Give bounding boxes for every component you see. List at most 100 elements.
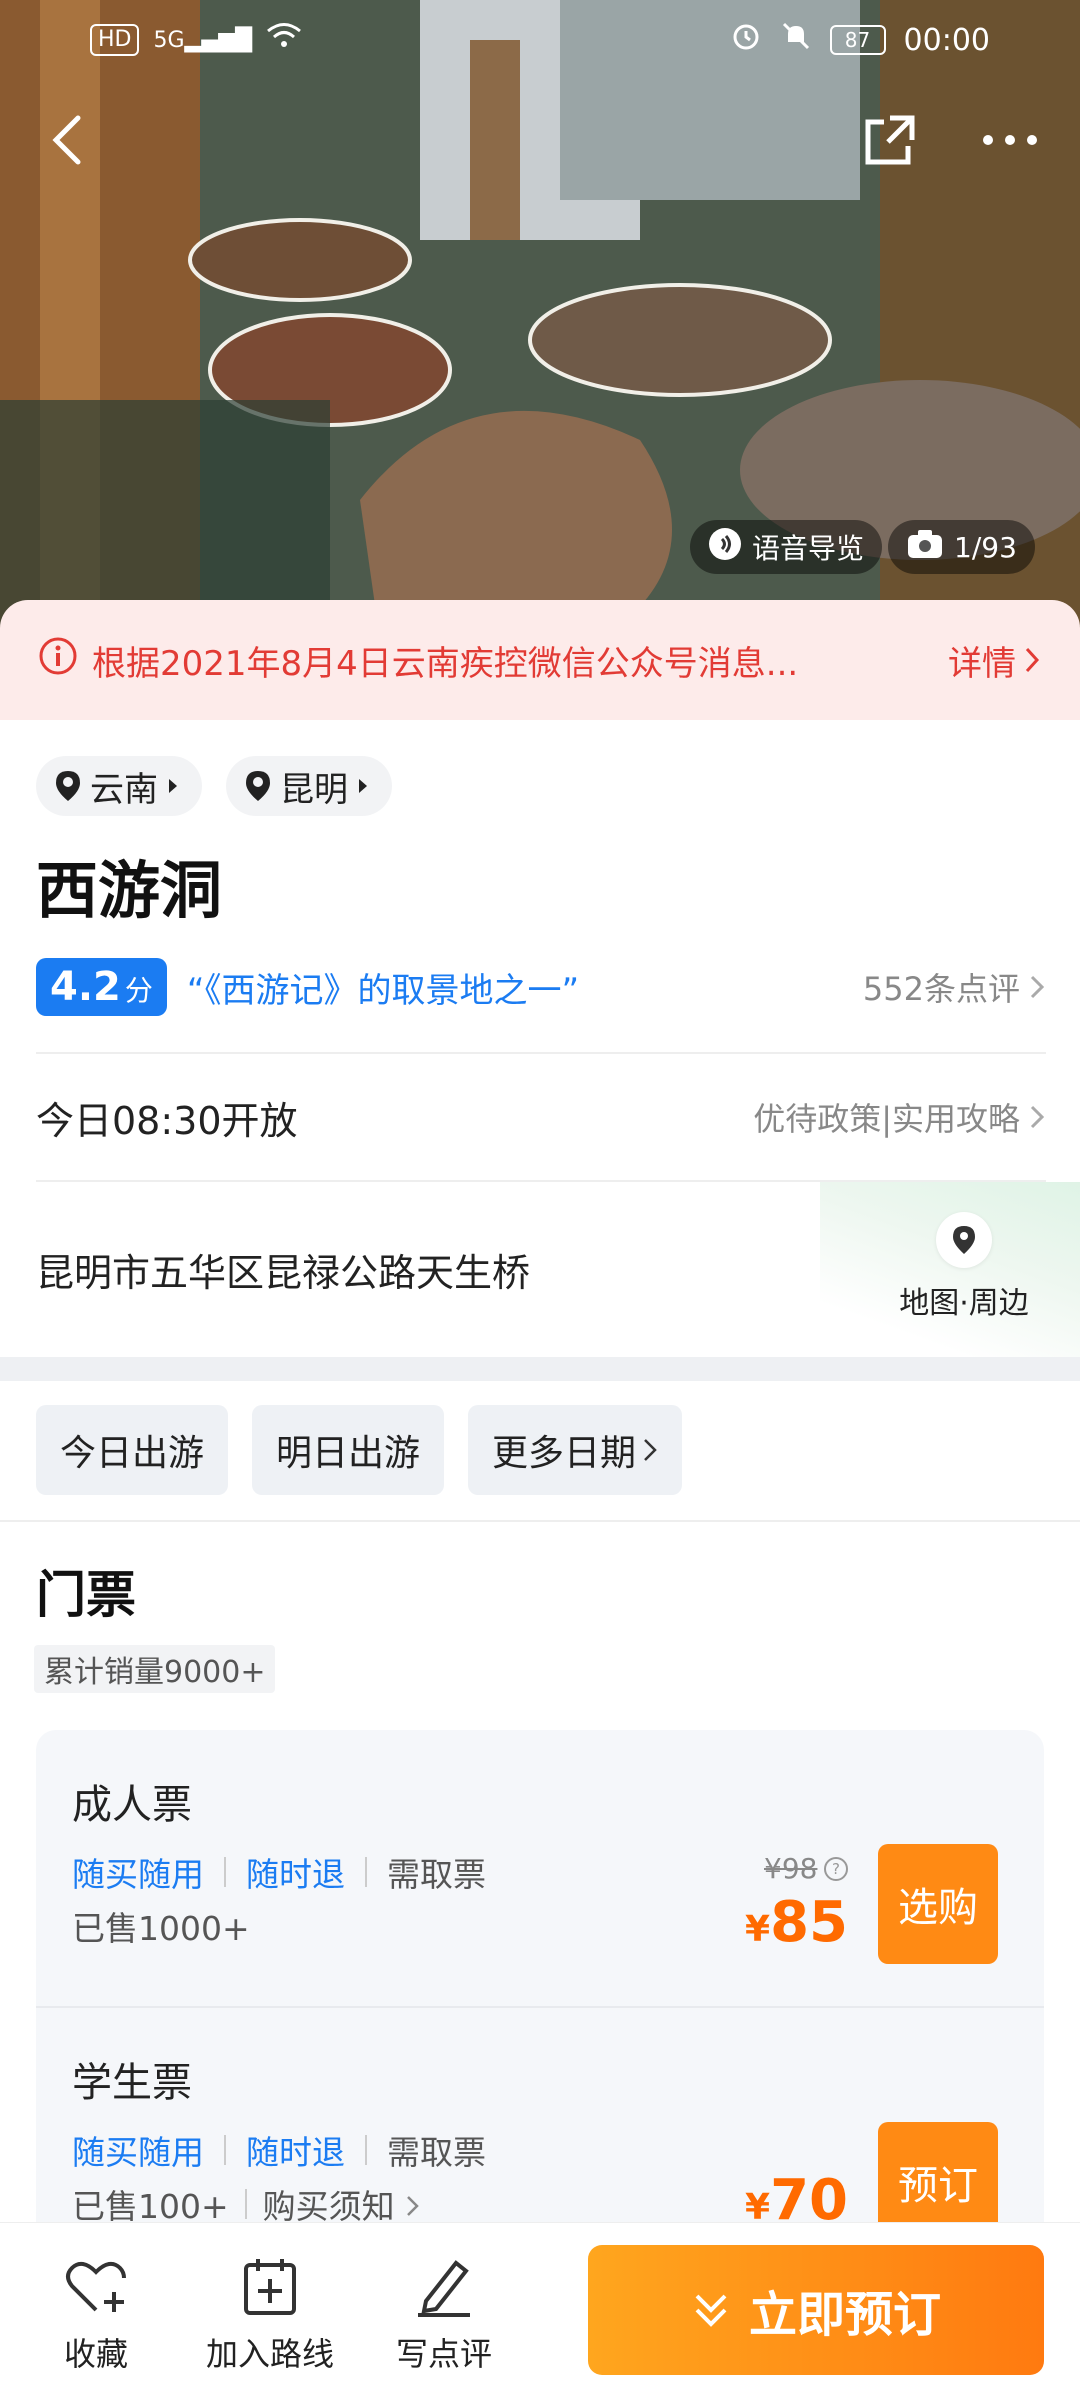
photo-gallery-button[interactable]: 1/93 bbox=[888, 520, 1035, 574]
wifi-icon bbox=[266, 22, 302, 58]
ticket-sold-count: 已售100+ bbox=[72, 2187, 229, 2226]
tag-separator bbox=[365, 1857, 367, 1887]
chevron-right-icon bbox=[644, 1439, 657, 1461]
purchase-notice-label: 购买须知 bbox=[262, 2187, 395, 2226]
select-buy-button[interactable]: 选购 bbox=[878, 1844, 998, 1964]
ticket-list: 成人票 随买随用 随时退 需取票 已售1000+ ¥98 ? ¥ 85 选购 学… bbox=[36, 1730, 1044, 2270]
favorite-button[interactable]: 收藏 bbox=[16, 2251, 176, 2375]
epidemic-notice-banner[interactable]: 根据2021年8月4日云南疾控微信公众号消息... 详情 bbox=[0, 600, 1080, 720]
more-button[interactable] bbox=[970, 100, 1050, 180]
notice-text: 根据2021年8月4日云南疾控微信公众号消息... bbox=[92, 643, 799, 684]
opening-time: 今日08:30开放 bbox=[36, 1098, 298, 1143]
double-chevron-down-icon bbox=[695, 2294, 727, 2327]
reviews-link[interactable]: 552条点评 bbox=[863, 964, 1046, 1010]
write-review-label: 写点评 bbox=[395, 2335, 492, 2373]
tag-refund-anytime: 随时退 bbox=[246, 2133, 345, 2172]
signal-icon: 5G▂▄▆█ bbox=[153, 27, 253, 53]
back-arrow-icon bbox=[52, 115, 81, 165]
score-value: 4.2 bbox=[50, 964, 121, 1010]
caret-right-icon bbox=[359, 779, 367, 793]
original-price-value: ¥98 bbox=[764, 1852, 818, 1885]
divider bbox=[0, 1520, 1080, 1522]
share-button[interactable] bbox=[850, 100, 930, 180]
location-pin-icon bbox=[56, 771, 80, 801]
favorite-label: 收藏 bbox=[63, 2335, 128, 2373]
chevron-right-icon bbox=[1030, 975, 1045, 999]
chevron-right-icon bbox=[1030, 1105, 1045, 1129]
tag-separator bbox=[365, 2135, 367, 2165]
audio-guide-label: 语音导览 bbox=[752, 532, 865, 565]
photo-counter: 1/93 bbox=[954, 530, 1017, 564]
audio-guide-icon bbox=[708, 527, 742, 568]
ticket-tags: 随买随用 随时退 需取票 bbox=[72, 2126, 486, 2174]
add-route-label: 加入路线 bbox=[205, 2335, 334, 2373]
camera-icon bbox=[906, 528, 944, 567]
tag-instant-use: 随买随用 bbox=[72, 2133, 204, 2172]
location-chip-label: 昆明 bbox=[280, 769, 348, 810]
write-review-button[interactable]: 写点评 bbox=[364, 2251, 524, 2375]
ticket-name: 学生票 bbox=[72, 2060, 192, 2106]
location-chip-province[interactable]: 云南 bbox=[36, 756, 202, 816]
caret-right-icon bbox=[169, 779, 177, 793]
price-value: 85 bbox=[770, 1890, 848, 1955]
rating-row[interactable]: 4.2 分 “《西游记》的取景地之一” 552条点评 bbox=[36, 955, 1046, 1019]
tab-tomorrow[interactable]: 明日出游 bbox=[252, 1405, 445, 1495]
book-now-button[interactable]: 立即预订 bbox=[588, 2245, 1044, 2375]
tab-today[interactable]: 今日出游 bbox=[36, 1405, 229, 1495]
mute-bell-icon bbox=[780, 20, 812, 60]
clock-time: 00:00 bbox=[903, 22, 990, 58]
tag-separator bbox=[224, 1857, 226, 1887]
travel-date-tabs: 今日出游 明日出游 更多日期 bbox=[36, 1405, 683, 1495]
question-help-icon[interactable]: ? bbox=[823, 1856, 849, 1882]
share-icon bbox=[865, 115, 915, 165]
ticket-price: ¥ 85 bbox=[745, 1890, 848, 1955]
divider bbox=[36, 1052, 1046, 1054]
hero-photo[interactable]: HD 5G▂▄▆█ 87 00:00 语音导览 1/93 bbox=[0, 0, 1080, 640]
tag-pickup-required: 需取票 bbox=[387, 1855, 486, 1894]
location-pin-icon bbox=[246, 771, 270, 801]
add-route-button[interactable]: 加入路线 bbox=[190, 2251, 350, 2375]
address-row[interactable]: 昆明市五华区昆禄公路天生桥 地图·周边 bbox=[0, 1182, 1080, 1357]
tab-more-dates[interactable]: 更多日期 bbox=[468, 1405, 683, 1495]
status-bar: HD 5G▂▄▆█ 87 00:00 bbox=[0, 0, 1080, 80]
more-dots-icon bbox=[983, 135, 1037, 145]
tag-refund-anytime: 随时退 bbox=[246, 1855, 345, 1894]
notice-detail-link[interactable]: 详情 bbox=[948, 636, 1042, 685]
tag-pickup-required: 需取票 bbox=[387, 2133, 486, 2172]
price-currency: ¥ bbox=[745, 1909, 771, 1950]
address-text: 昆明市五华区昆禄公路天生桥 bbox=[36, 1251, 531, 1295]
policy-guide-label: 优待政策|实用攻略 bbox=[753, 1100, 1020, 1138]
ticket-item-adult[interactable]: 成人票 随买随用 随时退 需取票 已售1000+ ¥98 ? ¥ 85 选购 bbox=[36, 1730, 1044, 2006]
total-sales-badge: 累计销量9000+ bbox=[34, 1645, 276, 1693]
tag-instant-use: 随买随用 bbox=[72, 1855, 204, 1894]
svg-text:?: ? bbox=[832, 1860, 840, 1878]
score-unit: 分 bbox=[124, 974, 153, 1007]
purchase-notice-link[interactable]: 购买须知 bbox=[263, 2180, 422, 2228]
bottom-action-bar: 收藏 加入路线 写点评 立即预订 bbox=[0, 2222, 1080, 2400]
highlight-quote: “《西游记》的取景地之一” bbox=[186, 970, 580, 1011]
info-alert-icon bbox=[38, 636, 78, 685]
tickets-heading: 门票 bbox=[36, 1566, 136, 1624]
map-pin-icon bbox=[936, 1212, 992, 1268]
map-nearby-button[interactable]: 地图·周边 bbox=[884, 1212, 1044, 1322]
location-tags: 云南 昆明 bbox=[36, 756, 392, 816]
ticket-tags: 随买随用 随时退 需取票 bbox=[72, 1848, 486, 1896]
map-nearby-label: 地图·周边 bbox=[899, 1286, 1029, 1321]
book-now-label: 立即预订 bbox=[748, 2287, 941, 2343]
ticket-name: 成人票 bbox=[72, 1782, 192, 1828]
tag-separator bbox=[224, 2135, 226, 2165]
audio-guide-button[interactable]: 语音导览 bbox=[690, 520, 883, 574]
score-badge: 4.2 分 bbox=[36, 958, 167, 1016]
pencil-icon bbox=[364, 2251, 524, 2321]
more-dates-label: 更多日期 bbox=[492, 1433, 637, 1474]
hd-indicator: HD bbox=[90, 24, 140, 56]
ticket-sold-count: 已售1000+ bbox=[72, 1909, 250, 1948]
policy-guide-link[interactable]: 优待政策|实用攻略 bbox=[753, 1094, 1046, 1140]
opening-hours-row[interactable]: 今日08:30开放 优待政策|实用攻略 bbox=[36, 1085, 1046, 1149]
original-price: ¥98 ? bbox=[764, 1852, 849, 1885]
section-separator bbox=[0, 1357, 1080, 1381]
attraction-title: 西游洞 bbox=[36, 854, 223, 927]
back-button[interactable] bbox=[28, 100, 108, 180]
reviews-count: 552条点评 bbox=[862, 970, 1020, 1008]
location-chip-city[interactable]: 昆明 bbox=[226, 756, 392, 816]
